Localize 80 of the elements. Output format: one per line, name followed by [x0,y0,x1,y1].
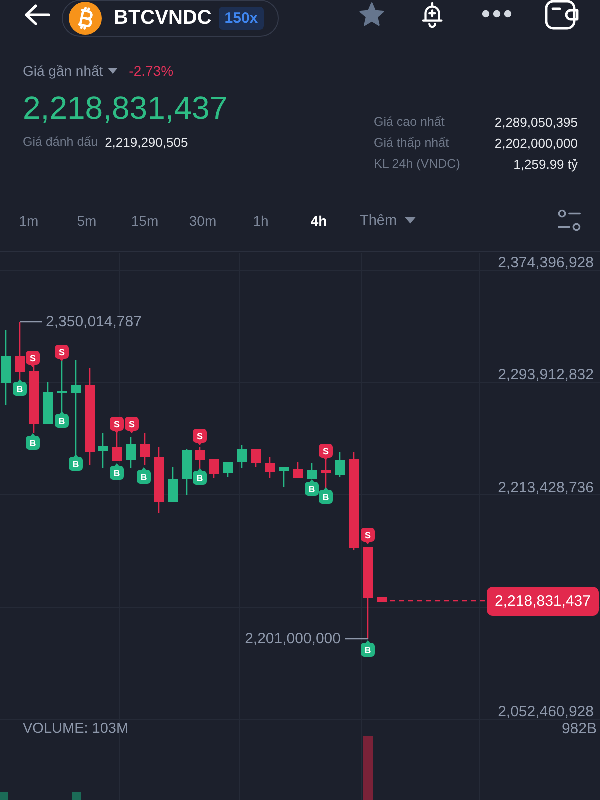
caret-icon [108,68,118,74]
price-axis-label: 2,374,396,928 [498,254,594,272]
sell-marker: S [26,351,40,368]
stat-value: 2,289,050,395 [494,114,578,132]
symbol-selector[interactable]: BTCVNDC 150x [62,0,280,37]
buy-marker: B [137,468,151,484]
coin-icon [69,2,102,35]
candle [15,322,25,380]
timeframe-tab[interactable]: 5m [58,212,116,228]
buy-marker: B [26,434,40,450]
candle [168,467,178,502]
candle [279,467,289,487]
candle [195,447,205,470]
candle [29,365,39,433]
volume-axis-label: 982B [562,720,597,738]
candle [98,433,108,468]
candle [293,462,303,478]
sell-marker: S [55,345,69,362]
low-price-label: 2,201,000,000 [245,630,341,648]
mark-price-label: Giá đánh dấu [23,135,98,149]
candle [43,382,53,424]
sell-marker: S [319,444,333,460]
price-axis-label: 2,293,912,832 [498,366,594,384]
back-arrow-icon[interactable] [24,4,50,26]
candle [209,459,219,478]
price-axis-label: 2,052,460,928 [498,704,594,720]
stat-value: 2,202,000,000 [494,135,578,153]
more-icon[interactable] [482,10,512,18]
volume-label: VOLUME: 103M [23,721,129,737]
candle [251,449,261,467]
more-timeframes-dropdown[interactable]: Thêm [360,212,416,228]
candle [265,457,275,478]
volume-bar [0,792,8,800]
star-icon[interactable] [359,2,385,27]
sell-marker: S [110,417,124,434]
candle [307,463,317,479]
candle [223,462,233,477]
current-price-tag: 2,218,831,437 [487,587,599,616]
leader-line [20,321,42,323]
high-price-label: 2,350,014,787 [46,314,142,330]
price-change: -2.73% [129,63,174,79]
timeframe-tab[interactable]: 15m [116,212,174,228]
stat-label: KL 24h (VNDC) [374,156,460,173]
timeframe-tab[interactable]: 30m [174,212,232,228]
candle [140,433,150,465]
volume-bar [363,736,373,800]
buy-marker: B [305,480,319,496]
candle [237,445,247,468]
sell-marker: S [125,417,139,434]
volume-bar [72,792,81,800]
stat-label: Giá cao nhất [374,114,446,131]
buy-marker: B [69,454,83,471]
buy-marker: B [55,412,69,428]
price-axis-label: 2,213,428,736 [498,480,594,496]
buy-marker: B [319,488,333,504]
mark-price-value: 2,219,290,505 [105,134,188,150]
last-price: 2,218,831,437 [23,89,228,127]
settings-icon[interactable] [557,208,582,233]
candle [335,452,345,477]
buy-marker: B [110,464,124,480]
timeframe-tab[interactable]: 4h [290,212,348,228]
timeframe-tab[interactable]: 1m [0,212,58,228]
stat-label: Giá thấp nhất [374,135,450,152]
candle [377,597,387,602]
leader-line [345,638,368,640]
buy-marker: B [361,640,375,657]
leverage-badge: 150x [218,7,264,30]
timeframe-tab[interactable]: 1h [232,212,290,228]
candle [182,449,192,495]
sell-marker: S [193,429,207,446]
price-type-dropdown[interactable]: Giá gần nhất [23,63,118,79]
stat-value: 1,259.99 tỷ [512,156,578,174]
candle [112,432,122,461]
sell-marker: S [361,528,375,544]
wallet-icon[interactable] [545,0,579,30]
buy-marker: B [193,468,207,485]
buy-marker: B [13,380,27,396]
caret-icon [405,217,416,224]
candle [126,437,136,468]
candle [154,447,164,513]
